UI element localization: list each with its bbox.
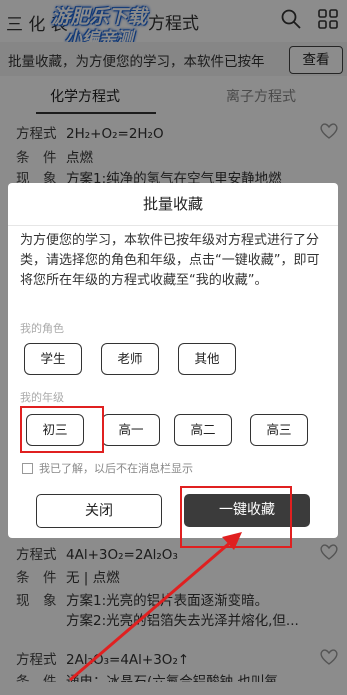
arrow-icon	[69, 532, 242, 682]
